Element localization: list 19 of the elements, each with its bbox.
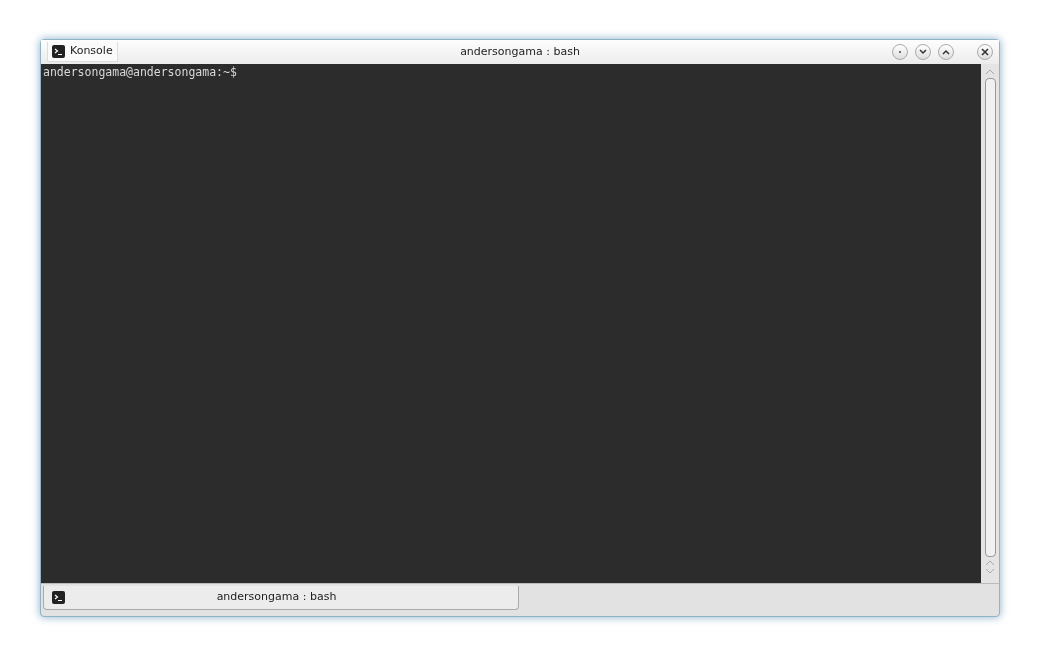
- dot-icon: [898, 50, 902, 54]
- scroll-up-icon[interactable]: [985, 559, 995, 567]
- sticky-button[interactable]: [892, 44, 908, 60]
- terminal-icon: [52, 591, 65, 604]
- maximize-button[interactable]: [938, 44, 954, 60]
- chevron-down-icon: [919, 49, 927, 55]
- close-button[interactable]: [977, 44, 993, 60]
- scroll-down-icon[interactable]: [985, 567, 995, 575]
- terminal-line: andersongama@andersongama:~$: [43, 65, 238, 79]
- scrollbar-thumb[interactable]: [984, 78, 996, 557]
- terminal-tab[interactable]: andersongama : bash: [43, 586, 519, 610]
- chevron-up-icon: [942, 49, 950, 55]
- terminal-icon: [52, 45, 65, 58]
- scroll-up-icon[interactable]: [985, 68, 995, 76]
- terminal-area[interactable]: andersongama@andersongama:~$: [41, 64, 981, 583]
- app-menu-button[interactable]: Konsole: [47, 42, 118, 62]
- minimize-button[interactable]: [915, 44, 931, 60]
- window-title: andersongama : bash: [460, 44, 580, 58]
- close-icon: [981, 48, 989, 56]
